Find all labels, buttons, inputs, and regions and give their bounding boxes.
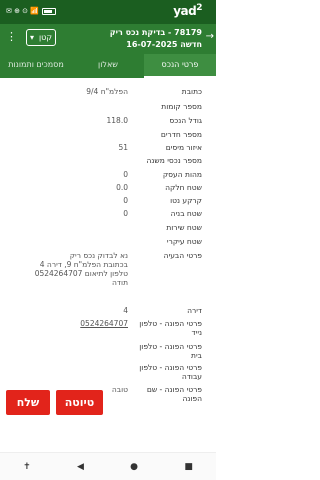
action-buttons: טיוטה שלח	[0, 390, 216, 420]
recents-nav-icon[interactable]: ■	[184, 462, 193, 472]
home-nav-icon[interactable]: ●	[130, 462, 138, 472]
draft-button[interactable]: טיוטה	[56, 390, 103, 415]
mobile-phone-link[interactable]: 0524264707	[18, 319, 128, 328]
problem-line: טלפון לתיאום 0524264707	[34, 269, 128, 278]
field-label: פרטי הפונה - טלפון בית	[139, 342, 202, 360]
tab-questionnaire[interactable]: שאלון	[72, 54, 144, 78]
problem-details-row: פרטי הבעיה נא לבדוק נכס ריק בכתובת הפלמ"…	[12, 242, 202, 292]
back-nav-icon[interactable]: ◀	[77, 462, 84, 472]
logo-number: 2	[196, 3, 202, 13]
status-bar: ✉ ⊕ ⊙ 📶 yad2	[0, 0, 216, 24]
field-value: 0	[123, 209, 128, 218]
chevron-down-icon: ▾	[30, 33, 35, 42]
problem-details-value: נא לבדוק נכס ריק בכתובת הפלמ"ח 9, דירה 4…	[18, 251, 128, 287]
field-label: שטח שירות	[166, 223, 202, 232]
field-label: דירה	[187, 306, 202, 315]
field-value: 0	[123, 170, 128, 179]
problem-line: תודה	[112, 278, 128, 287]
logo-text: yad	[173, 4, 197, 18]
property-details-form: כתובת הפלמ"ח 9/4 מספר קומות גודל הנכס 11…	[0, 78, 216, 418]
problem-line: נא לבדוק נכס ריק	[69, 251, 128, 260]
field-label: קרקע נטו	[170, 196, 202, 205]
tab-documents-photos[interactable]: מסמכים ותמונות	[0, 54, 72, 78]
accessibility-icon[interactable]: ✝	[23, 462, 31, 472]
yad2-logo: yad2	[173, 3, 202, 18]
battery-icon	[42, 7, 56, 15]
tab-bar: פרטי הנכס שאלון מסמכים ותמונות	[0, 54, 216, 78]
dropdown-value: קטן	[38, 33, 52, 42]
field-value: 51	[118, 143, 128, 152]
field-label: מספר קומות	[161, 102, 202, 111]
field-value: 0.0	[116, 183, 128, 192]
field-label: כתובת	[181, 87, 202, 96]
notification-icons: ✉ ⊕ ⊙ 📶	[6, 7, 39, 15]
field-label: פרטי הבעיה	[163, 251, 202, 260]
send-button[interactable]: שלח	[6, 390, 50, 415]
problem-line: בכתובת הפלמ"ח 9, דירה 4	[39, 260, 128, 269]
back-arrow-icon[interactable]: →	[206, 31, 214, 42]
tab-property-details[interactable]: פרטי הנכס	[144, 54, 216, 78]
status-icons: ✉ ⊕ ⊙ 📶	[6, 7, 56, 15]
field-label: פרטי הפונה - טלפון עבודה	[139, 363, 202, 381]
field-value: 4	[123, 306, 128, 315]
app-header: → 78179 - בדיקת נכס ריק חדשה 16-07-2025 …	[0, 24, 216, 54]
field-label: פרטי הפונה - טלפון נייד	[139, 319, 202, 337]
field-value: הפלמ"ח 9/4	[86, 87, 128, 96]
kebab-menu-icon[interactable]: ⋮	[6, 31, 17, 42]
field-value: 118.0	[106, 116, 128, 125]
field-label: שטח בניה	[170, 209, 202, 218]
field-label: מספר חדרים	[160, 130, 202, 139]
size-dropdown[interactable]: ▾ קטן	[26, 29, 56, 46]
system-nav-bar: ✝ ◀ ● ■	[0, 452, 216, 480]
page-subtitle: חדשה 16-07-2025	[126, 40, 202, 49]
field-label: מהות העסק	[162, 170, 202, 179]
field-label: איזור מיסים	[165, 143, 202, 152]
field-value: 0	[123, 196, 128, 205]
field-label: מספר נכסי משנה	[146, 156, 202, 165]
field-label: גודל הנכס	[169, 116, 202, 125]
page-title: 78179 - בדיקת נכס ריק	[109, 28, 202, 37]
field-label: שטח חלקה	[165, 183, 202, 192]
